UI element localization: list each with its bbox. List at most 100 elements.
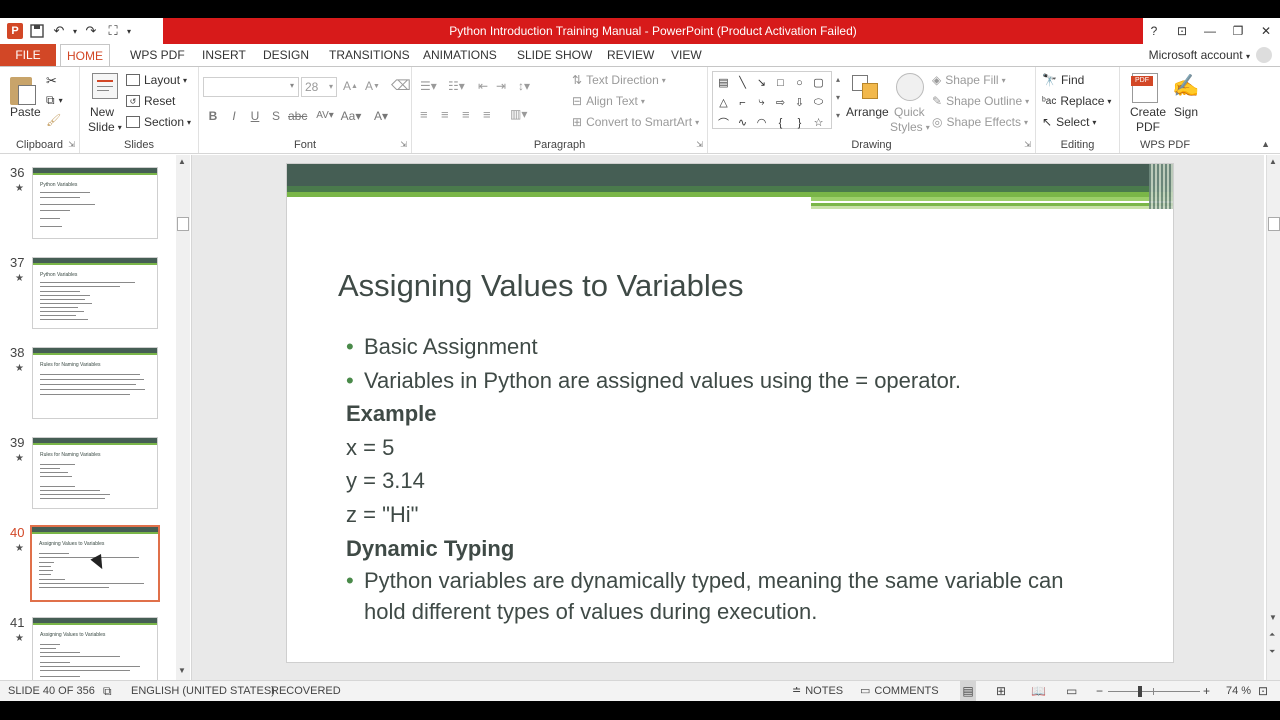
- oval-shape-icon[interactable]: ○: [791, 74, 808, 91]
- restore-button[interactable]: ❐: [1224, 18, 1252, 44]
- shape-effects-button[interactable]: ◎ Shape Effects ▾: [932, 115, 1028, 129]
- arrange-button[interactable]: Arrange: [846, 105, 889, 119]
- thumbnail-slide-39[interactable]: 39 ★ Rules for Naming Variables: [0, 425, 176, 509]
- normal-view-icon[interactable]: ▤: [960, 681, 976, 702]
- layout-button[interactable]: Layout ▾: [126, 73, 187, 87]
- align-right-icon[interactable]: ≡: [462, 107, 470, 122]
- align-center-icon[interactable]: ≡: [441, 107, 449, 122]
- clear-formatting-icon[interactable]: ⌫: [391, 77, 411, 94]
- comments-button[interactable]: ▭ COMMENTS: [860, 681, 939, 702]
- arc-shape-icon[interactable]: ◠: [753, 114, 770, 131]
- language-indicator[interactable]: ENGLISH (UNITED STATES): [131, 681, 275, 702]
- character-spacing-icon[interactable]: AV▾: [313, 107, 337, 125]
- slide-show-view-icon[interactable]: ▭: [1066, 681, 1077, 702]
- bold-icon[interactable]: B: [204, 107, 222, 125]
- arrow-line-shape-icon[interactable]: ↘: [753, 74, 770, 91]
- zoom-slider-thumb[interactable]: [1138, 686, 1142, 697]
- elbow-arrow-shape-icon[interactable]: ⤷: [753, 94, 770, 111]
- tab-file[interactable]: FILE: [0, 44, 56, 66]
- change-case-icon[interactable]: Aa▾: [339, 107, 363, 125]
- underline-icon[interactable]: U: [246, 107, 264, 125]
- down-arrow-shape-icon[interactable]: ⇩: [791, 94, 808, 111]
- scroll-down-icon[interactable]: ▼: [1269, 613, 1277, 622]
- font-launcher-icon[interactable]: ⇲: [400, 140, 407, 149]
- slide-scroll-thumb[interactable]: [1268, 217, 1280, 231]
- customize-qat-icon[interactable]: ▾: [124, 21, 134, 41]
- font-name-input[interactable]: ▾: [203, 77, 299, 97]
- text-direction-button[interactable]: ⇅ Text Direction ▾: [572, 73, 666, 87]
- thumbnails-scroll-thumb[interactable]: [177, 217, 189, 231]
- start-from-beginning-icon[interactable]: ⛶: [102, 21, 124, 41]
- tab-view[interactable]: VIEW: [665, 44, 708, 66]
- select-button[interactable]: ↖ Select ▾: [1042, 115, 1096, 129]
- strikethrough-icon[interactable]: abc: [288, 107, 307, 125]
- thumbnail-slide-40[interactable]: 40 ★ Assigning Values to Variables: [0, 515, 176, 602]
- section-button[interactable]: Section ▾: [126, 115, 191, 129]
- rounded-rectangle-shape-icon[interactable]: ▢: [810, 74, 827, 91]
- right-brace-shape-icon[interactable]: }: [791, 114, 808, 131]
- brace-open-shape-icon[interactable]: ⌒: [715, 114, 732, 131]
- paste-button[interactable]: Paste: [10, 105, 41, 119]
- minimize-button[interactable]: —: [1196, 18, 1224, 44]
- tab-insert[interactable]: INSERT: [196, 44, 252, 66]
- left-brace-shape-icon[interactable]: {: [772, 114, 789, 131]
- account-menu[interactable]: Microsoft account ▾: [1149, 44, 1250, 66]
- sign-icon[interactable]: ✍: [1172, 73, 1200, 103]
- help-button[interactable]: ?: [1140, 18, 1168, 44]
- shape-fill-button[interactable]: ◈ Shape Fill ▾: [932, 73, 1006, 87]
- thumbnails-scrollbar[interactable]: ▲ ▼: [176, 155, 190, 680]
- paragraph-launcher-icon[interactable]: ⇲: [696, 140, 703, 149]
- find-button[interactable]: 🔭 Find: [1042, 73, 1084, 87]
- rounded-corner-shape-icon[interactable]: ⬭: [810, 94, 827, 111]
- decrease-indent-icon[interactable]: ⇤: [478, 79, 488, 93]
- zoom-level[interactable]: 74 %: [1226, 681, 1251, 702]
- scroll-down-icon[interactable]: ▼: [178, 666, 186, 675]
- triangle-shape-icon[interactable]: △: [715, 94, 732, 111]
- right-arrow-shape-icon[interactable]: ⇨: [772, 94, 789, 111]
- scroll-up-icon[interactable]: ▲: [1269, 157, 1277, 166]
- clipboard-launcher-icon[interactable]: ⇲: [68, 140, 75, 149]
- previous-slide-icon[interactable]: ⏶: [1269, 630, 1275, 640]
- zoom-slider-track[interactable]: [1108, 691, 1200, 692]
- align-left-icon[interactable]: ≡: [420, 107, 428, 122]
- slide-counter[interactable]: SLIDE 40 OF 356: [8, 681, 95, 702]
- shapes-gallery[interactable]: ▤ ╲ ↘ □ ○ ▢ △ ⌐ ⤷ ⇨ ⇩ ⬭ ⌒ ∿ ◠ { } ☆: [712, 71, 832, 131]
- next-slide-icon[interactable]: ⏷: [1269, 647, 1275, 657]
- close-button[interactable]: ✕: [1252, 18, 1280, 44]
- scroll-up-icon[interactable]: ▲: [178, 157, 186, 166]
- tab-home[interactable]: HOME: [60, 44, 110, 67]
- avatar[interactable]: [1256, 47, 1272, 63]
- justify-icon[interactable]: ≡: [483, 107, 491, 122]
- font-color-icon[interactable]: A▾: [369, 107, 393, 125]
- align-text-button[interactable]: ⊟ Align Text ▾: [572, 94, 645, 108]
- tab-animations[interactable]: ANIMATIONS: [417, 44, 503, 66]
- collapse-ribbon-icon[interactable]: ▲: [1261, 139, 1270, 149]
- zoom-in-button[interactable]: +: [1203, 681, 1210, 702]
- increase-indent-icon[interactable]: ⇥: [496, 79, 506, 93]
- line-spacing-icon[interactable]: ↕▾: [518, 79, 530, 93]
- thumbnail-slide-37[interactable]: 37 ★ Python Variables: [0, 245, 176, 329]
- new-slide-icon[interactable]: [92, 73, 118, 99]
- curve-shape-icon[interactable]: ∿: [734, 114, 751, 131]
- undo-icon[interactable]: ↶: [48, 21, 70, 41]
- font-size-input[interactable]: 28 ▾: [301, 77, 337, 97]
- quick-styles-button[interactable]: Quick: [894, 105, 925, 119]
- shape-outline-button[interactable]: ✎ Shape Outline ▾: [932, 94, 1029, 108]
- new-slide-button[interactable]: New: [90, 105, 114, 119]
- columns-icon[interactable]: ▥▾: [510, 107, 527, 121]
- elbow-connector-shape-icon[interactable]: ⌐: [734, 94, 751, 111]
- reset-button[interactable]: ↺ Reset: [126, 94, 175, 108]
- decrease-font-size-icon[interactable]: A ▼: [365, 79, 380, 93]
- format-painter-icon[interactable]: 🖌: [46, 113, 61, 127]
- sign-button[interactable]: Sign: [1174, 105, 1198, 119]
- increase-font-size-icon[interactable]: A ▲: [343, 79, 358, 93]
- replace-button[interactable]: ᵇac Replace ▾: [1042, 94, 1111, 108]
- bullets-icon[interactable]: ☰▾: [420, 79, 437, 93]
- powerpoint-app-icon[interactable]: P: [4, 21, 26, 41]
- save-icon[interactable]: [26, 21, 48, 41]
- create-pdf-icon[interactable]: PDF: [1131, 73, 1158, 103]
- thumbnail-slide-38[interactable]: 38 ★ Rules for Naming Variables: [0, 335, 176, 419]
- current-slide[interactable]: Assigning Values to Variables Basic Assi…: [286, 163, 1174, 663]
- slide-scrollbar[interactable]: ▲ ▼ ⏶ ⏷: [1266, 155, 1280, 680]
- line-shape-icon[interactable]: ╲: [734, 74, 751, 91]
